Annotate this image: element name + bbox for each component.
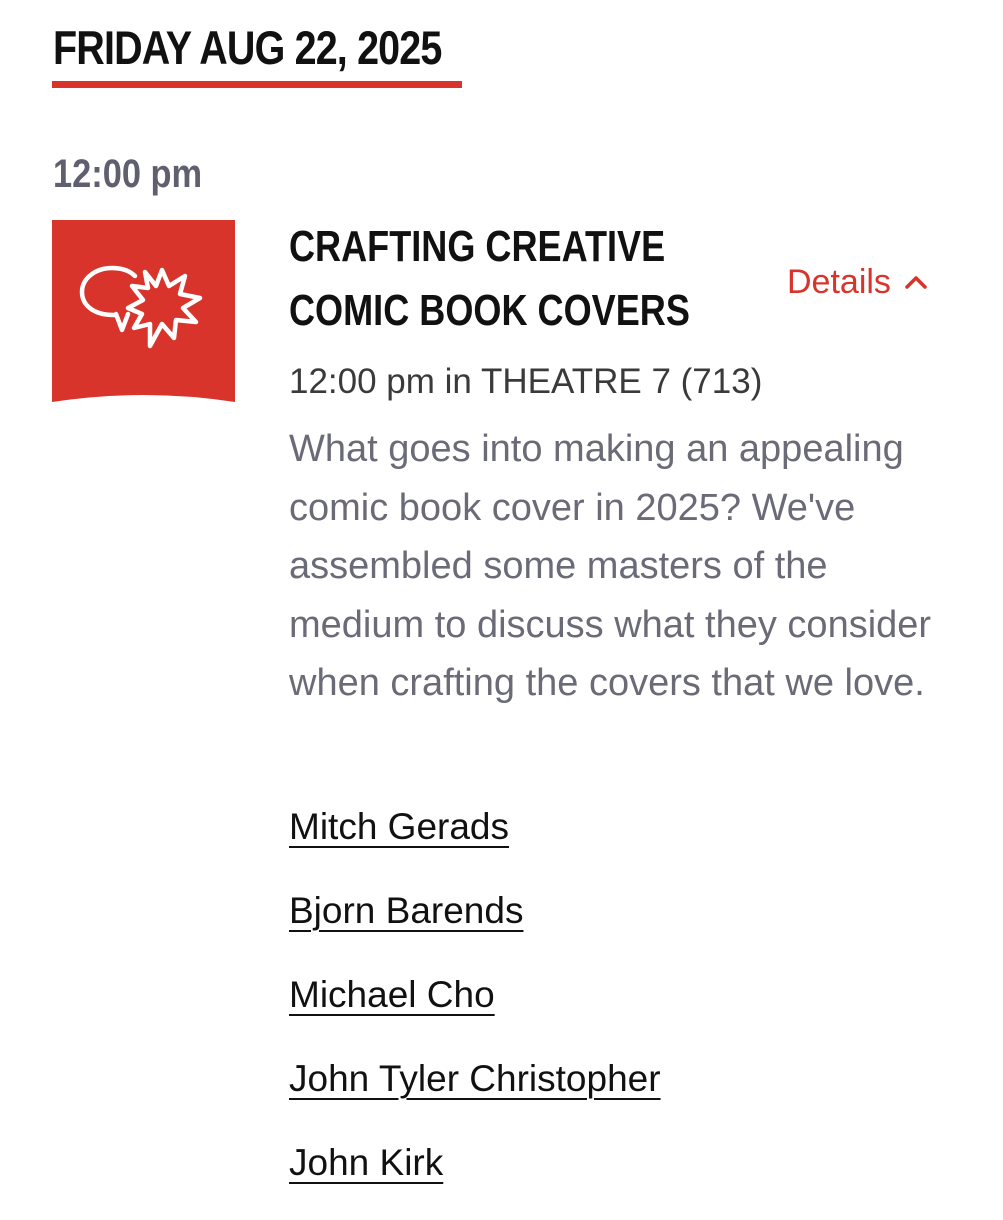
panelist-link[interactable]: Michael Cho xyxy=(289,974,495,1015)
details-toggle-button[interactable]: Details xyxy=(787,260,927,304)
details-toggle-label: Details xyxy=(787,263,891,301)
time-slot-heading: 12:00 pm xyxy=(53,152,203,196)
event-time-location: 12:00 pm in THEATRE 7 (713) xyxy=(289,362,763,401)
panelist-list: Mitch Gerads Bjorn Barends Michael Cho J… xyxy=(289,800,661,1220)
panelist-item: Bjorn Barends xyxy=(289,884,661,968)
chevron-up-icon xyxy=(905,275,927,289)
panelist-item: John Tyler Christopher xyxy=(289,1052,661,1136)
event-title: CRAFTING CREATIVE COMIC BOOK COVERS xyxy=(289,222,690,335)
date-heading: FRIDAY AUG 22, 2025 xyxy=(53,21,442,74)
date-heading-underline xyxy=(52,81,462,88)
event-description: What goes into making an appealing comic… xyxy=(289,428,932,704)
panelist-link[interactable]: Mitch Gerads xyxy=(289,806,509,847)
panelist-link[interactable]: Bjorn Barends xyxy=(289,890,523,931)
panelist-link[interactable]: John Tyler Christopher xyxy=(289,1058,661,1099)
panelist-link[interactable]: John Kirk xyxy=(289,1142,443,1183)
panelist-item: John Kirk xyxy=(289,1136,661,1220)
panelist-item: Michael Cho xyxy=(289,968,661,1052)
panelist-item: Mitch Gerads xyxy=(289,800,661,884)
comic-speech-bubbles-icon xyxy=(52,220,235,403)
